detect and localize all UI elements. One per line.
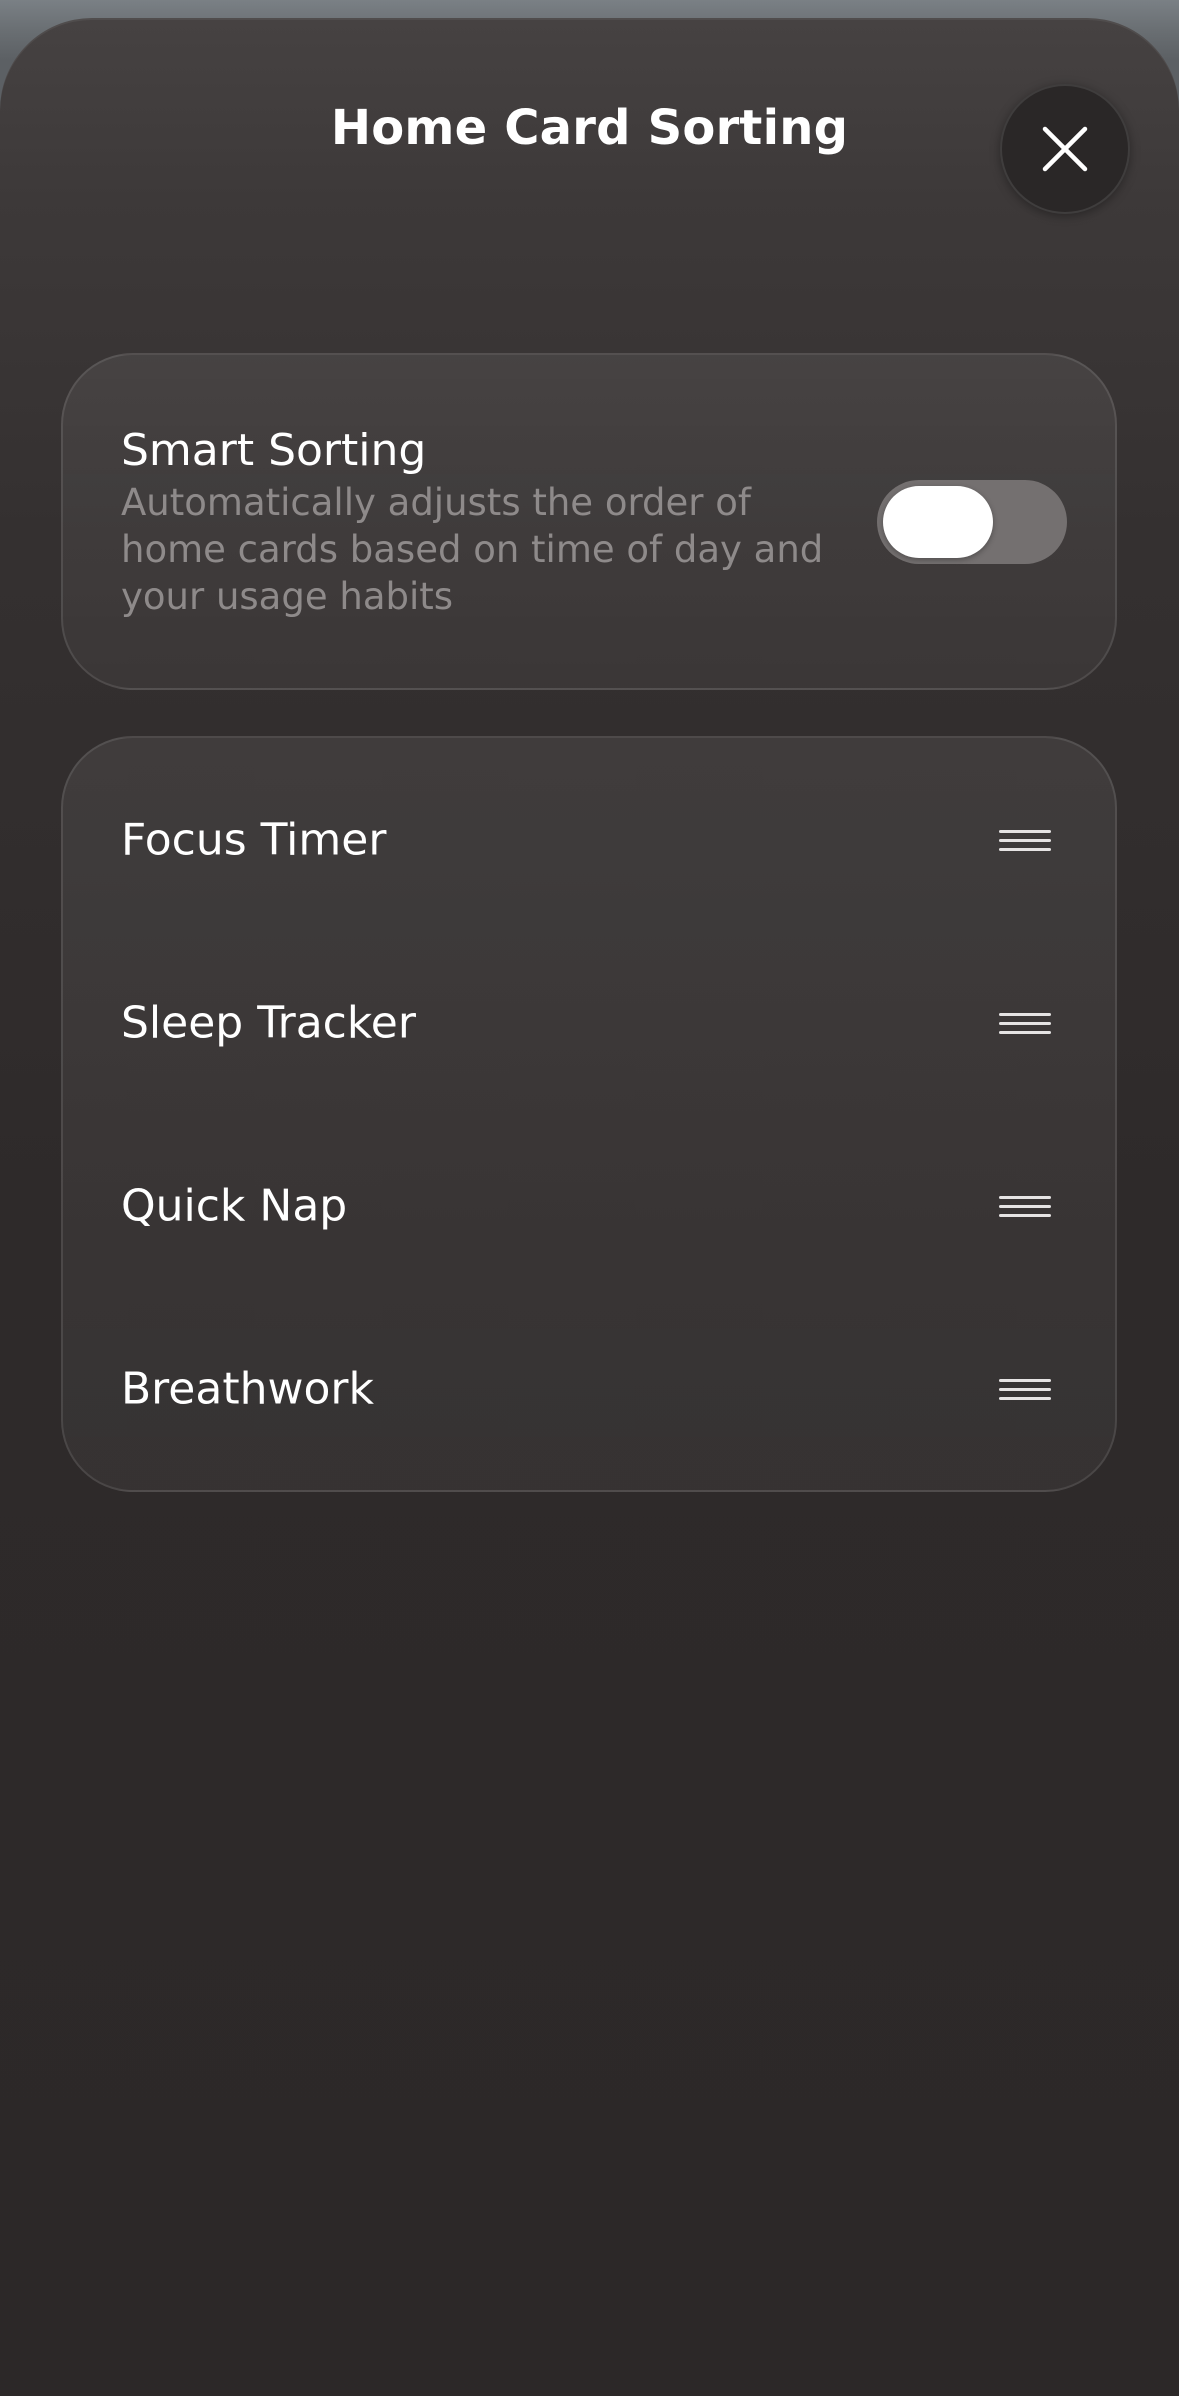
drag-handle-icon[interactable] [999, 1374, 1051, 1404]
list-item-breathwork[interactable]: Breathwork [63, 1329, 1115, 1449]
smart-sorting-card: Smart Sorting Automatically adjusts the … [61, 353, 1117, 690]
list-item-label: Quick Nap [121, 1180, 348, 1232]
list-item-label: Focus Timer [121, 814, 387, 866]
drag-handle-icon[interactable] [999, 825, 1051, 855]
toggle-knob [883, 486, 993, 558]
list-item-focus-timer[interactable]: Focus Timer [63, 780, 1115, 900]
drag-handle-icon[interactable] [999, 1191, 1051, 1221]
bottom-sheet: Home Card Sorting Smart Sorting Automati… [0, 18, 1179, 2396]
close-icon [1042, 126, 1088, 172]
card-order-list: Focus Timer Sleep Tracker Quick Nap Brea… [61, 736, 1117, 1492]
drag-handle-icon[interactable] [999, 1008, 1051, 1038]
list-item-sleep-tracker[interactable]: Sleep Tracker [63, 963, 1115, 1083]
smart-sorting-title: Smart Sorting [121, 425, 427, 476]
smart-sorting-description: Automatically adjusts the order of home … [121, 481, 824, 618]
smart-sorting-toggle[interactable] [877, 480, 1067, 564]
close-button[interactable] [1000, 84, 1130, 214]
list-item-label: Breathwork [121, 1363, 374, 1415]
list-item-quick-nap[interactable]: Quick Nap [63, 1146, 1115, 1266]
list-item-label: Sleep Tracker [121, 997, 416, 1049]
